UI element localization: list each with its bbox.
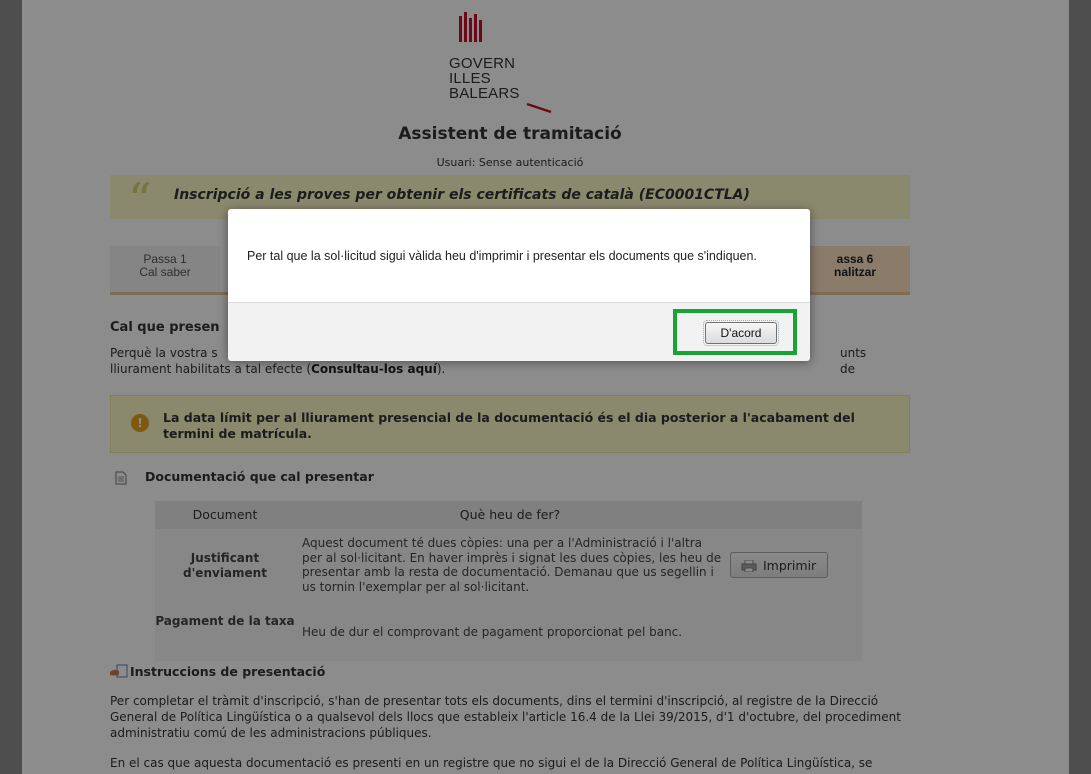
confirmation-dialog: Per tal que la sol·licitud sigui vàlida … (228, 209, 810, 361)
modal-overlay (0, 0, 1091, 774)
dialog-footer: D'acord (228, 302, 810, 361)
dialog-body: Per tal que la sol·licitud sigui vàlida … (228, 209, 810, 302)
ok-button[interactable]: D'acord (703, 320, 779, 346)
dialog-message: Per tal que la sol·licitud sigui vàlida … (247, 249, 757, 263)
